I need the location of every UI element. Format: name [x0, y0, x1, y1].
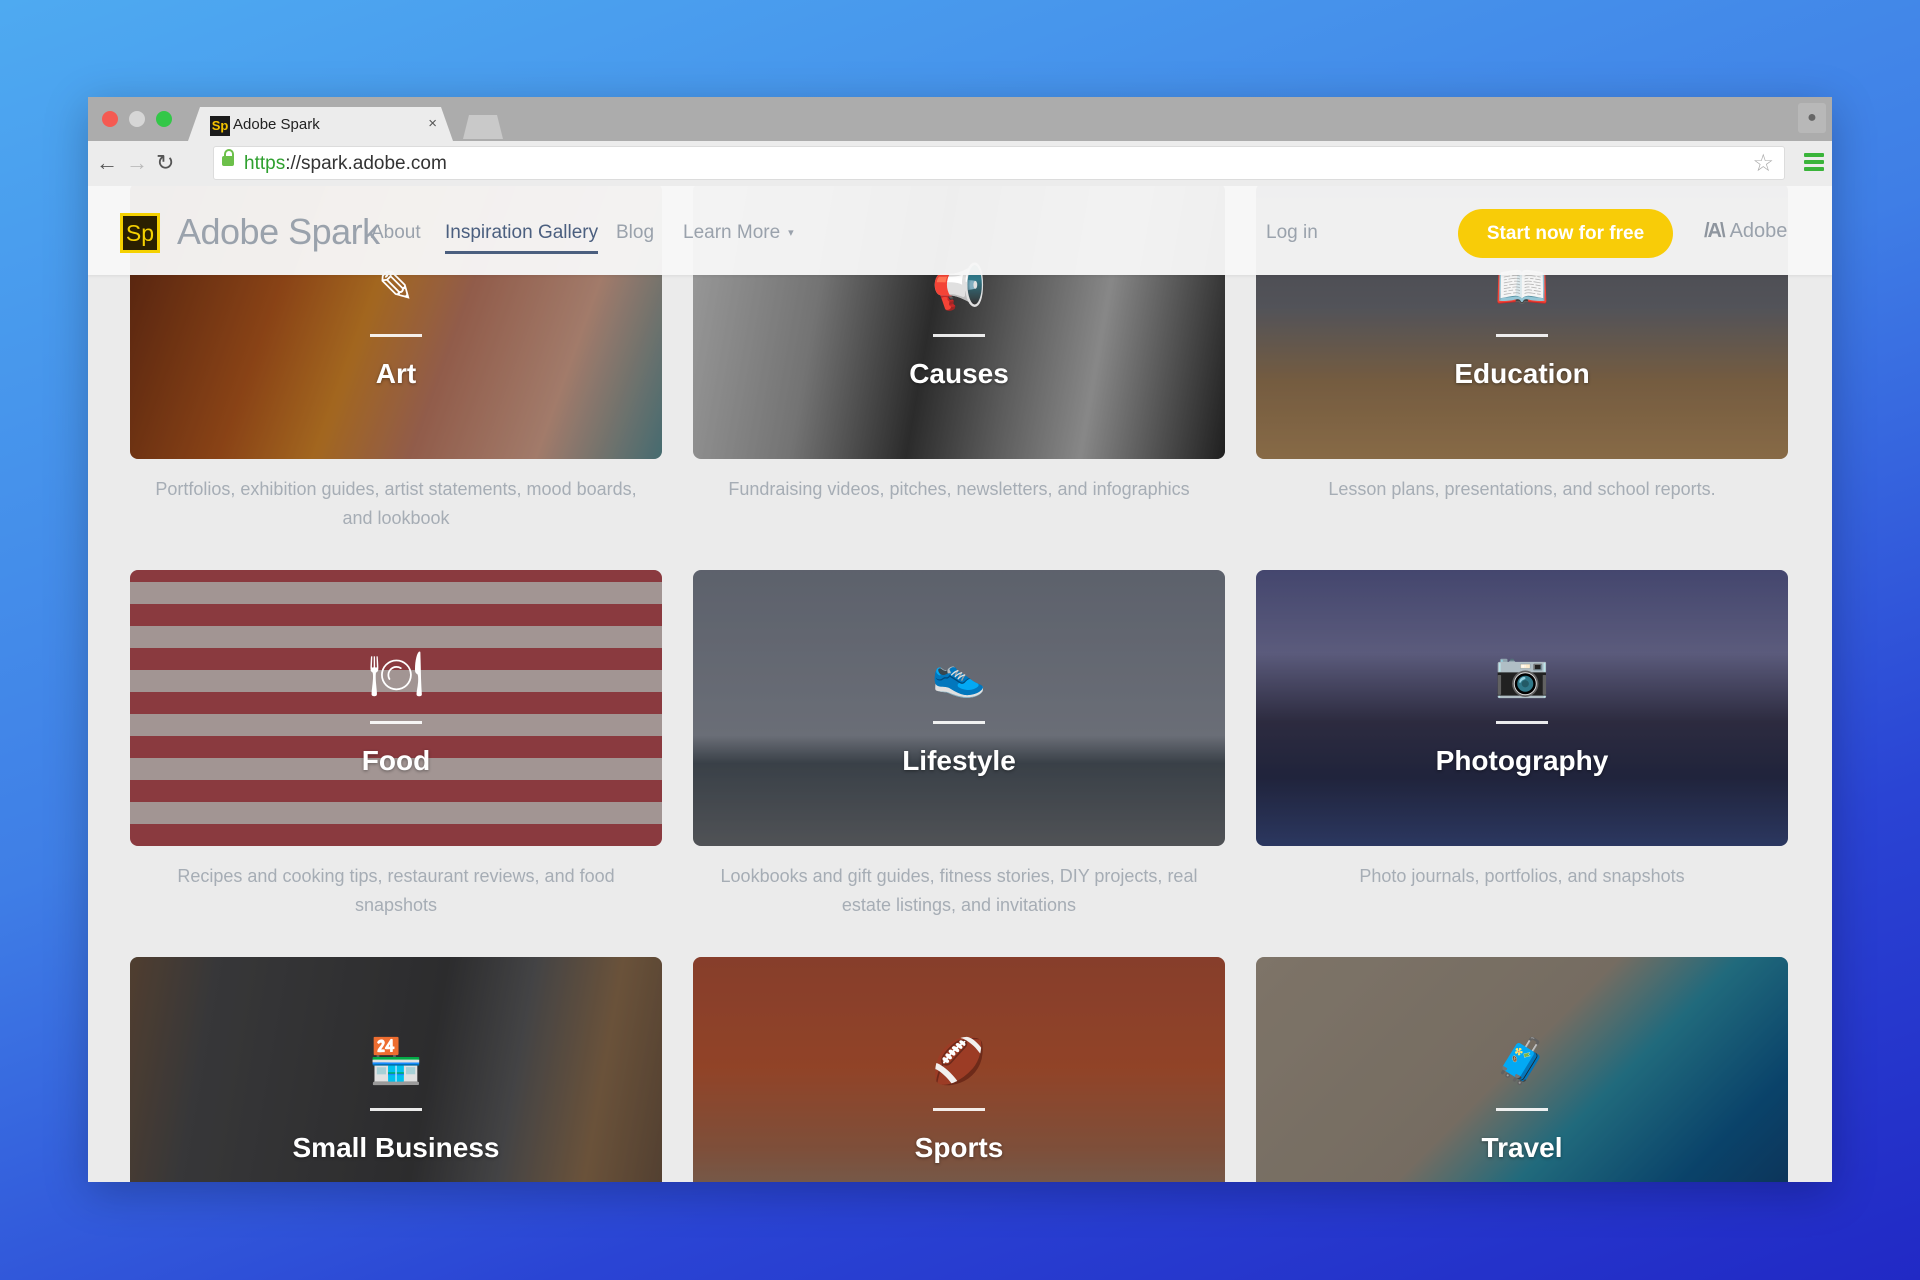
card-overlay — [130, 570, 662, 846]
football-icon: 🏈 — [931, 1037, 987, 1086]
gallery-card[interactable]: 👟 Lifestyle Lookbooks and gift guides, fit… — [693, 570, 1225, 920]
card-description: Recipes and cooking tips, restaurant rev… — [177, 866, 615, 915]
browser-tab-adobe-spark[interactable]: Sp Adobe Spark × — [188, 107, 453, 141]
card-divider — [1496, 721, 1548, 724]
adobe-spark-logo-icon[interactable]: Sp — [120, 213, 160, 253]
adobe-spark-favicon-icon: Sp — [210, 116, 230, 136]
card-description: Photo journals, portfolios, and snapshot… — [1359, 866, 1685, 886]
card-image[interactable]: 🏪 Small Business — [130, 957, 662, 1182]
card-title: Small Business — [292, 1132, 500, 1163]
card-title: Education — [1454, 358, 1590, 389]
url-host: ://spark.adobe.com — [285, 153, 447, 174]
site-navbar: Sp Adobe Spark About Inspiration Gallery… — [88, 186, 1832, 275]
sneaker-icon: 👟 — [931, 650, 987, 699]
card-divider — [370, 1108, 422, 1111]
suitcase-icon: 🧳 — [1494, 1037, 1550, 1086]
nav-learn-more[interactable]: Learn More ▾ — [683, 222, 794, 244]
nav-blog[interactable]: Blog — [616, 222, 654, 244]
card-title: Lifestyle — [902, 745, 1016, 776]
card-divider — [933, 721, 985, 724]
browser-toolbar: ← → ↻ https://spark.adobe.com ☆ — [88, 141, 1832, 187]
fork-plate-icon: 🍽 — [368, 650, 424, 699]
card-image[interactable]: 👟 Lifestyle — [693, 570, 1225, 846]
adobe-label: Adobe — [1729, 220, 1788, 242]
card-image[interactable]: 🏈 Sports — [693, 957, 1225, 1182]
card-divider — [370, 334, 422, 337]
camera-icon: 📷 — [1494, 650, 1550, 699]
nav-learn-more-label: Learn More — [683, 222, 781, 243]
card-title: Sports — [914, 1132, 1004, 1163]
gallery-card[interactable]: 🧳 Travel — [1256, 957, 1788, 1182]
card-image[interactable]: 🧳 Travel — [1256, 957, 1788, 1182]
forward-arrow-icon[interactable]: → — [126, 150, 148, 176]
storefront-icon: 🏪 — [368, 1037, 424, 1086]
minimize-window-button[interactable] — [129, 111, 145, 127]
card-overlay — [693, 570, 1225, 846]
browser-menu-icon[interactable] — [1804, 153, 1824, 171]
tab-title: Adobe Spark — [233, 116, 320, 133]
nav-about[interactable]: About — [371, 222, 421, 244]
page-viewport: Sp Adobe Spark About Inspiration Gallery… — [88, 186, 1832, 1182]
card-divider — [370, 721, 422, 724]
login-link[interactable]: Log in — [1266, 222, 1318, 244]
gallery-card[interactable]: 🍽 Food Recipes and cooking tips, restauran… — [130, 570, 662, 920]
nav-inspiration-gallery[interactable]: Inspiration Gallery — [445, 222, 599, 254]
profile-icon[interactable]: ● — [1798, 103, 1826, 133]
card-divider — [933, 334, 985, 337]
card-description: Portfolios, exhibition guides, artist st… — [155, 479, 637, 528]
card-description: Lookbooks and gift guides, fitness stori… — [720, 866, 1198, 915]
reload-icon[interactable]: ↻ — [156, 150, 174, 176]
url-scheme: https — [244, 153, 286, 174]
card-description: Lesson plans, presentations, and school … — [1328, 479, 1716, 499]
card-title: Food — [361, 745, 431, 776]
url-text[interactable]: https://spark.adobe.com — [244, 153, 447, 175]
address-bar[interactable]: https://spark.adobe.com ☆ — [213, 146, 1785, 180]
card-divider — [933, 1108, 985, 1111]
card-divider — [1496, 334, 1548, 337]
close-window-button[interactable] — [102, 111, 118, 127]
browser-window: Sp Adobe Spark × ● ← → ↻ https://spark.a… — [88, 97, 1832, 1182]
gallery-card[interactable]: 📷 Photography Photo journals, portfolios, … — [1256, 570, 1788, 891]
new-tab-button[interactable] — [463, 115, 503, 139]
bookmark-star-icon[interactable]: ☆ — [1752, 149, 1774, 178]
card-image[interactable]: 📷 Photography — [1256, 570, 1788, 846]
tab-strip: Sp Adobe Spark × ● — [88, 97, 1832, 141]
back-arrow-icon[interactable]: ← — [96, 150, 118, 176]
card-title: Travel — [1481, 1132, 1563, 1163]
card-divider — [1496, 1108, 1548, 1111]
adobe-logo-icon: /A\ — [1704, 220, 1726, 242]
card-title: Photography — [1435, 745, 1609, 776]
gallery-card[interactable]: 🏈 Sports — [693, 957, 1225, 1182]
card-title: Causes — [909, 358, 1009, 389]
chevron-down-icon: ▾ — [788, 227, 794, 240]
maximize-window-button[interactable] — [156, 111, 172, 127]
card-overlay — [1256, 570, 1788, 846]
start-now-button[interactable]: Start now for free — [1458, 209, 1673, 258]
adobe-link[interactable]: /A\ Adobe — [1704, 220, 1787, 243]
secure-lock-icon — [222, 149, 234, 166]
card-title: Art — [375, 358, 417, 389]
card-description: Fundraising videos, pitches, newsletters… — [728, 479, 1190, 499]
card-image[interactable]: 🍽 Food — [130, 570, 662, 846]
brand-name[interactable]: Adobe Spark — [177, 211, 380, 253]
close-tab-icon[interactable]: × — [428, 115, 437, 132]
gallery-card[interactable]: 🏪 Small Business — [130, 957, 662, 1182]
